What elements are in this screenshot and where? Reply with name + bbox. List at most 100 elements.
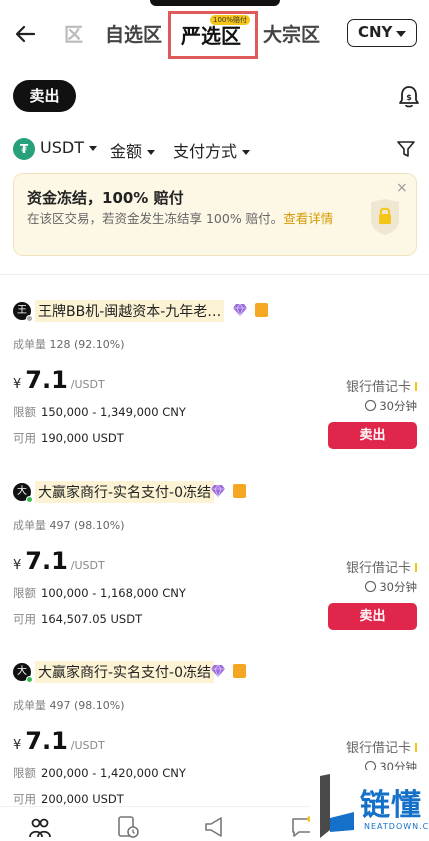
price: ¥7.1/USDT xyxy=(13,727,105,755)
sell-button[interactable]: 卖出 xyxy=(328,422,417,449)
limit-value: 100,000 - 1,168,000 CNY xyxy=(41,586,186,600)
price-value: 7.1 xyxy=(25,547,68,575)
sell-button[interactable]: 卖出 xyxy=(328,603,417,630)
price: ¥7.1/USDT xyxy=(13,366,105,394)
merchant-name[interactable]: 王牌BB机-闽越资本-九年老… xyxy=(35,300,225,322)
merchant-name[interactable]: 大赢家商行-实名支付-0冻结 xyxy=(35,661,215,683)
avatar-letter: 王 xyxy=(17,305,27,316)
status-notch xyxy=(150,0,280,6)
currency-select[interactable]: CNY xyxy=(347,19,417,47)
tab-watchlist[interactable]: 自选区 xyxy=(105,20,162,47)
lock-shield-icon xyxy=(371,199,399,235)
payment-time: 30分钟 xyxy=(365,398,417,414)
back-arrow-icon[interactable] xyxy=(12,20,40,48)
currency-symbol: ¥ xyxy=(13,738,22,753)
limit: 限额 200,000 - 1,420,000 CNY xyxy=(13,765,186,781)
amount-filter[interactable]: 金额 xyxy=(110,138,156,162)
shield-badge-icon xyxy=(255,303,268,317)
tab-bulk-zone[interactable]: 大宗区 xyxy=(263,20,320,47)
diamond-badge-icon xyxy=(211,664,225,678)
payment-filter-label: 支付方式 xyxy=(173,142,238,161)
banner-details-link[interactable]: 查看详情 xyxy=(283,211,333,226)
orders-icon[interactable] xyxy=(116,815,140,839)
avatar: 大 xyxy=(13,483,33,503)
avatar: 大 xyxy=(13,663,33,683)
caret-down-icon xyxy=(147,150,156,155)
stats-label: 成单量 xyxy=(13,338,46,351)
avatar: 王 xyxy=(13,302,33,322)
payment-method-label: 银行借记卡 xyxy=(345,741,411,756)
clock-icon xyxy=(365,400,377,411)
listing-card: 王 王牌BB机-闽越资本-九年老… 成单量 128 (92.10%) ¥7.1/… xyxy=(0,300,429,482)
limit: 限额 150,000 - 1,349,000 CNY xyxy=(13,404,186,420)
coin-filter-label: USDT xyxy=(40,138,84,157)
bell-icon[interactable]: $ xyxy=(396,84,422,110)
currency-symbol: ¥ xyxy=(13,558,22,573)
watermark-subtext: NEATDOWN.COM xyxy=(364,822,429,831)
caret-down-icon xyxy=(242,150,251,155)
coin-filter[interactable]: USDT xyxy=(40,138,97,157)
megaphone-icon[interactable] xyxy=(203,815,227,839)
payment-method-label: 银行借记卡 xyxy=(345,380,411,395)
avatar-letter: 大 xyxy=(17,486,27,497)
tab-selected-zone[interactable]: 严选区 xyxy=(181,20,241,49)
guarantee-banner: 资金冻结，100% 赔付 在该区交易，若资金发生冻结享 100% 赔付。查看详情… xyxy=(13,173,417,256)
online-status-dot xyxy=(26,496,33,503)
users-icon[interactable] xyxy=(28,815,52,839)
amount-filter-label: 金额 xyxy=(110,142,143,161)
stats-value: 497 (98.10%) xyxy=(49,519,125,532)
svg-text:$: $ xyxy=(406,93,412,102)
stats-value: 497 (98.10%) xyxy=(49,699,125,712)
available-value: 190,000 USDT xyxy=(41,431,124,445)
available: 可用 164,507.05 USDT xyxy=(13,611,142,627)
available-label: 可用 xyxy=(13,792,36,806)
limit-label: 限额 xyxy=(13,405,36,419)
payment-time-value: 30分钟 xyxy=(379,580,417,594)
merchant-name[interactable]: 大赢家商行-实名支付-0冻结 xyxy=(35,481,215,503)
online-status-dot xyxy=(26,676,33,683)
limit-label: 限额 xyxy=(13,766,36,780)
order-stats: 成单量 497 (98.10%) xyxy=(13,517,125,533)
caret-down-icon xyxy=(88,146,97,151)
listing-card: 大 大赢家商行-实名支付-0冻结 成单量 497 (98.10%) ¥7.1/U… xyxy=(0,481,429,663)
payment-method: 银行借记卡 xyxy=(346,376,417,395)
payment-color-bar xyxy=(415,382,417,391)
payment-time-value: 30分钟 xyxy=(379,399,417,413)
price-unit: /USDT xyxy=(70,559,105,572)
filter-funnel-icon[interactable] xyxy=(396,139,416,159)
limit-label: 限额 xyxy=(13,586,36,600)
banner-title: 资金冻结，100% 赔付 xyxy=(27,189,184,207)
price: ¥7.1/USDT xyxy=(13,547,105,575)
diamond-badge-icon xyxy=(233,303,247,317)
limit-value: 200,000 - 1,420,000 CNY xyxy=(41,766,186,780)
clock-icon xyxy=(365,581,377,592)
payment-method: 银行借记卡 xyxy=(346,557,417,576)
currency-symbol: ¥ xyxy=(13,377,22,392)
stats-label: 成单量 xyxy=(13,519,46,532)
stats-label: 成单量 xyxy=(13,699,46,712)
price-unit: /USDT xyxy=(70,739,105,752)
payment-filter[interactable]: 支付方式 xyxy=(173,138,251,162)
available-label: 可用 xyxy=(13,612,36,626)
payment-color-bar xyxy=(415,563,417,572)
diamond-badge-icon xyxy=(211,484,225,498)
available: 可用 200,000 USDT xyxy=(13,791,124,807)
close-icon[interactable]: × xyxy=(396,180,408,196)
banner-description: 在该区交易，若资金发生冻结享 100% 赔付。 xyxy=(27,211,284,226)
chevron-down-icon xyxy=(396,31,406,37)
avatar-letter: 大 xyxy=(17,666,27,677)
sell-mode-button[interactable]: 卖出 xyxy=(13,80,76,112)
price-value: 7.1 xyxy=(25,366,68,394)
shield-badge-icon xyxy=(233,484,246,498)
available-value: 200,000 USDT xyxy=(41,792,124,806)
order-stats: 成单量 128 (92.10%) xyxy=(13,336,125,352)
price-value: 7.1 xyxy=(25,727,68,755)
limit-value: 150,000 - 1,349,000 CNY xyxy=(41,405,186,419)
watermark-mark-icon xyxy=(320,774,354,838)
tab-partial[interactable]: 区 xyxy=(64,20,83,47)
shield-badge-icon xyxy=(233,664,246,678)
stats-value: 128 (92.10%) xyxy=(49,338,125,351)
filter-row: ₮ USDT 金额 支付方式 xyxy=(13,136,423,162)
divider xyxy=(0,274,429,275)
banner-text: 在该区交易，若资金发生冻结享 100% 赔付。查看详情 xyxy=(27,210,352,228)
